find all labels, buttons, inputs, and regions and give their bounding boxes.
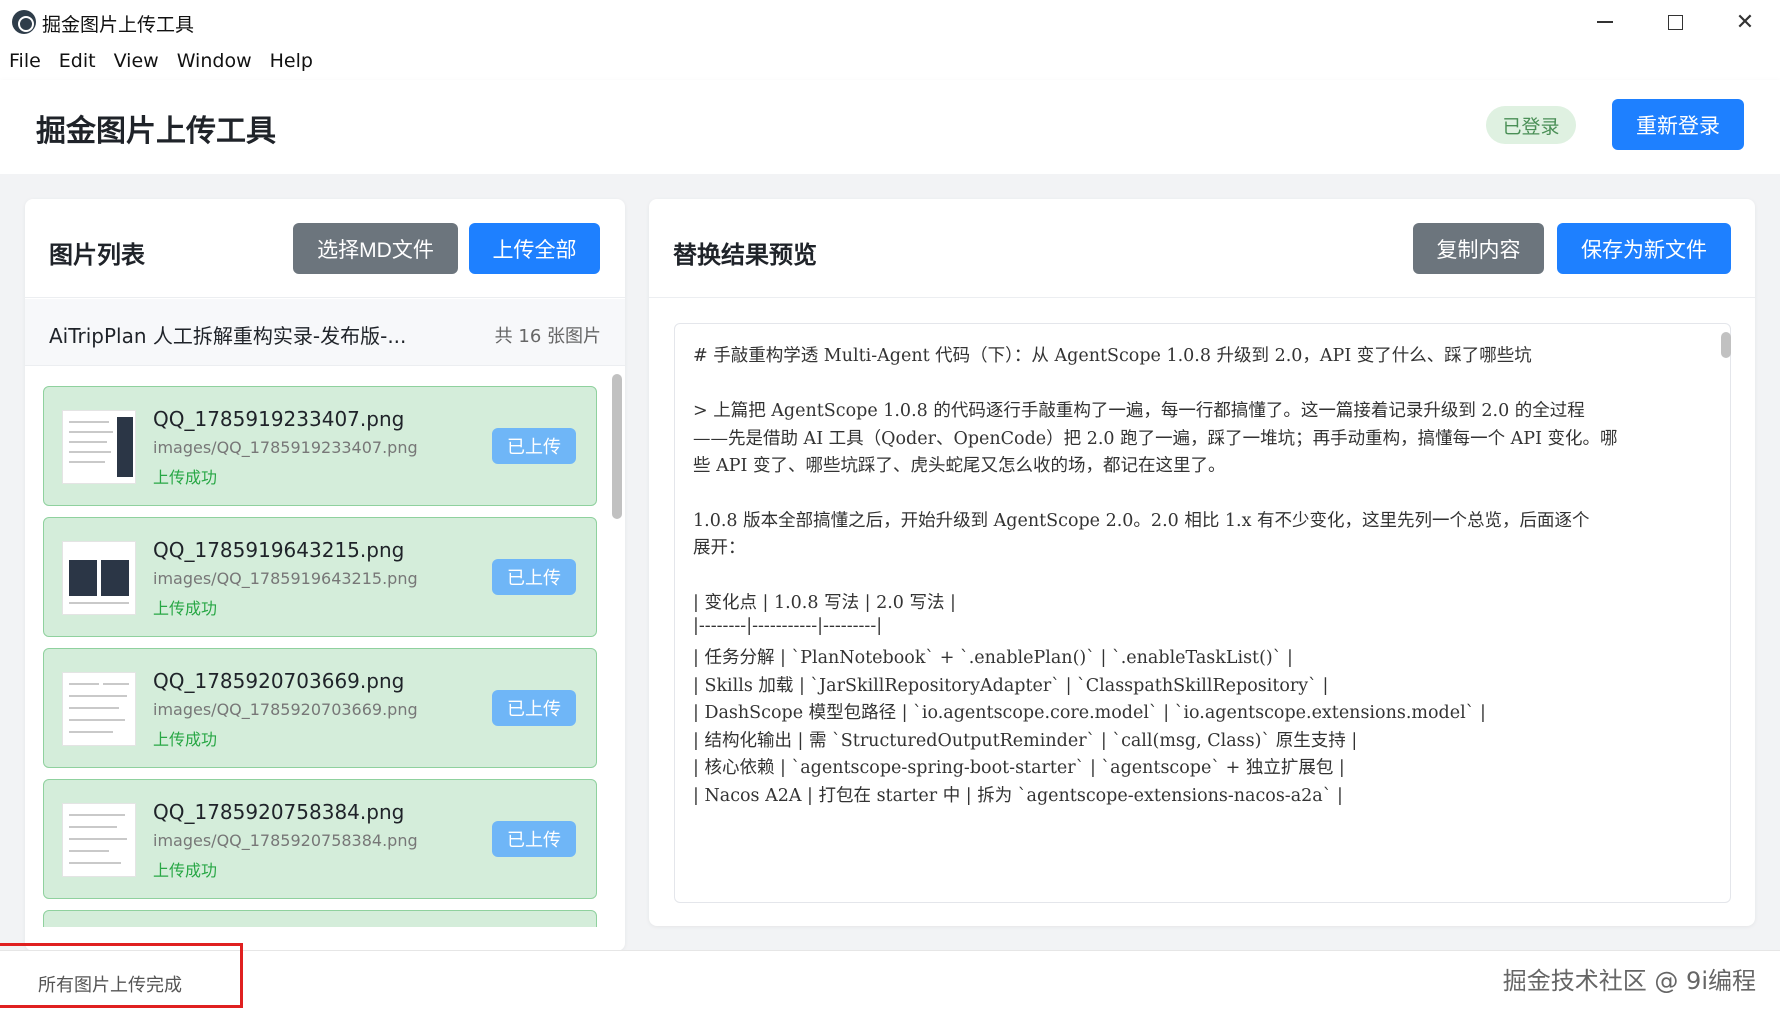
md-file-name: AiTripPlan 人工拆解重构实录-发布版-...	[49, 324, 407, 348]
menu-view[interactable]: View	[105, 44, 168, 80]
image-file-name: QQ_1785919233407.png	[153, 407, 405, 431]
image-list[interactable]: QQ_1785919233407.png images/QQ_178591923…	[25, 367, 625, 927]
menu-help[interactable]: Help	[261, 44, 322, 80]
image-thumbnail	[62, 410, 136, 484]
select-md-button[interactable]: 选择MD文件	[293, 223, 458, 274]
image-list-scrollbar[interactable]	[612, 374, 622, 519]
preview-line: | 核心依赖 | `agentscope-spring-boot-starter…	[693, 758, 1345, 778]
status-message: 所有图片上传完成	[38, 975, 182, 996]
preview-line: | DashScope 模型包路径 | `io.agentscope.core.…	[693, 703, 1486, 723]
watermark: 掘金技术社区 @ 9i编程	[1502, 967, 1756, 995]
app-header: 掘金图片上传工具 已登录 重新登录	[0, 80, 1780, 174]
upload-status: 上传成功	[153, 861, 218, 880]
preview-header: 替换结果预览 复制内容 保存为新文件	[649, 199, 1755, 298]
image-list-item[interactable]: QQ_1785920758384.png images/QQ_178592075…	[43, 779, 597, 899]
image-file-name: QQ_1785920703669.png	[153, 669, 405, 693]
preview-line: # 手敲重构学透 Multi-Agent 代码（下）：从 AgentScope …	[693, 346, 1532, 366]
preview-text-area[interactable]: # 手敲重构学透 Multi-Agent 代码（下）：从 AgentScope …	[674, 323, 1731, 903]
preview-line: ——先是借助 AI 工具（Qoder、OpenCode）把 2.0 跑了一遍，踩…	[693, 429, 1618, 449]
upload-status: 上传成功	[153, 468, 218, 487]
menu-bar: File Edit View Window Help	[0, 44, 322, 80]
preview-line: 些 API 变了、哪些坑踩了、虎头蛇尾又怎么收的场，都记在这里了。	[693, 456, 1226, 476]
copy-content-button[interactable]: 复制内容	[1413, 223, 1544, 274]
upload-status: 上传成功	[153, 599, 218, 618]
close-button[interactable]: ✕	[1715, 6, 1775, 38]
image-list-title: 图片列表	[49, 241, 145, 269]
status-bar: 所有图片上传完成 掘金技术社区 @ 9i编程	[0, 950, 1780, 1010]
uploaded-button[interactable]: 已上传	[492, 428, 576, 464]
save-new-file-button[interactable]: 保存为新文件	[1557, 223, 1731, 274]
image-list-item[interactable]: QQ_1785919643215.png images/QQ_178591964…	[43, 517, 597, 637]
main-area: 图片列表 选择MD文件 上传全部 AiTripPlan 人工拆解重构实录-发布版…	[0, 174, 1780, 951]
preview-title: 替换结果预览	[673, 241, 817, 269]
uploaded-button[interactable]: 已上传	[492, 690, 576, 726]
minimize-button[interactable]	[1575, 6, 1635, 38]
preview-line: | 变化点 | 1.0.8 写法 | 2.0 写法 |	[693, 593, 956, 613]
preview-line: 展开：	[693, 538, 746, 558]
image-file-path: images/QQ_1785920758384.png	[153, 831, 418, 850]
window-title: 掘金图片上传工具	[42, 14, 195, 36]
preview-line: |--------|-----------|---------|	[693, 616, 883, 636]
title-bar: 掘金图片上传工具 ✕	[0, 0, 1780, 44]
preview-line: | Skills 加载 | `JarSkillRepositoryAdapter…	[693, 676, 1329, 696]
minimize-icon	[1597, 21, 1613, 23]
preview-line: > 上篇把 AgentScope 1.0.8 的代码逐行手敲重构了一遍，每一行都…	[693, 401, 1585, 421]
preview-panel: 替换结果预览 复制内容 保存为新文件 # 手敲重构学透 Multi-Agent …	[649, 199, 1755, 926]
image-file-path: images/QQ_1785919233407.png	[153, 438, 418, 457]
preview-line: | 任务分解 | `PlanNotebook` + `.enablePlan()…	[693, 648, 1293, 668]
login-status-badge: 已登录	[1486, 106, 1576, 144]
image-thumbnail	[62, 541, 136, 615]
image-file-name: QQ_1785919643215.png	[153, 538, 405, 562]
image-list-header: 图片列表 选择MD文件 上传全部	[25, 199, 625, 298]
image-file-path: images/QQ_1785920703669.png	[153, 700, 418, 719]
image-thumbnail	[62, 672, 136, 746]
menu-file[interactable]: File	[0, 44, 50, 80]
maximize-button[interactable]	[1645, 6, 1705, 38]
close-icon: ✕	[1735, 9, 1755, 35]
menu-edit[interactable]: Edit	[50, 44, 105, 80]
menu-window[interactable]: Window	[168, 44, 261, 80]
image-count: 共 16 张图片	[494, 326, 601, 347]
maximize-icon	[1667, 14, 1683, 30]
image-file-path: images/QQ_1785919643215.png	[153, 569, 418, 588]
md-file-info: AiTripPlan 人工拆解重构实录-发布版-... 共 16 张图片	[25, 299, 625, 366]
image-thumbnail	[62, 803, 136, 877]
uploaded-button[interactable]: 已上传	[492, 821, 576, 857]
image-list-item[interactable]	[43, 910, 597, 927]
preview-line: 1.0.8 版本全部搞懂之后，开始升级到 AgentScope 2.0。2.0 …	[693, 511, 1590, 531]
image-file-name: QQ_1785920758384.png	[153, 800, 405, 824]
page-title: 掘金图片上传工具	[36, 114, 276, 149]
uploaded-button[interactable]: 已上传	[492, 559, 576, 595]
image-list-item[interactable]: QQ_1785920703669.png images/QQ_178592070…	[43, 648, 597, 768]
preview-line: | Nacos A2A | 打包在 starter 中 | 拆为 `agents…	[693, 786, 1343, 806]
upload-all-button[interactable]: 上传全部	[469, 223, 600, 274]
image-list-item[interactable]: QQ_1785919233407.png images/QQ_178591923…	[43, 386, 597, 506]
preview-line: | 结构化输出 | 需 `StructuredOutputReminder` |…	[693, 731, 1358, 751]
preview-scrollbar[interactable]	[1721, 332, 1731, 358]
app-logo-icon	[12, 10, 36, 34]
image-list-panel: 图片列表 选择MD文件 上传全部 AiTripPlan 人工拆解重构实录-发布版…	[25, 199, 625, 951]
upload-status: 上传成功	[153, 730, 218, 749]
relogin-button[interactable]: 重新登录	[1612, 99, 1744, 150]
